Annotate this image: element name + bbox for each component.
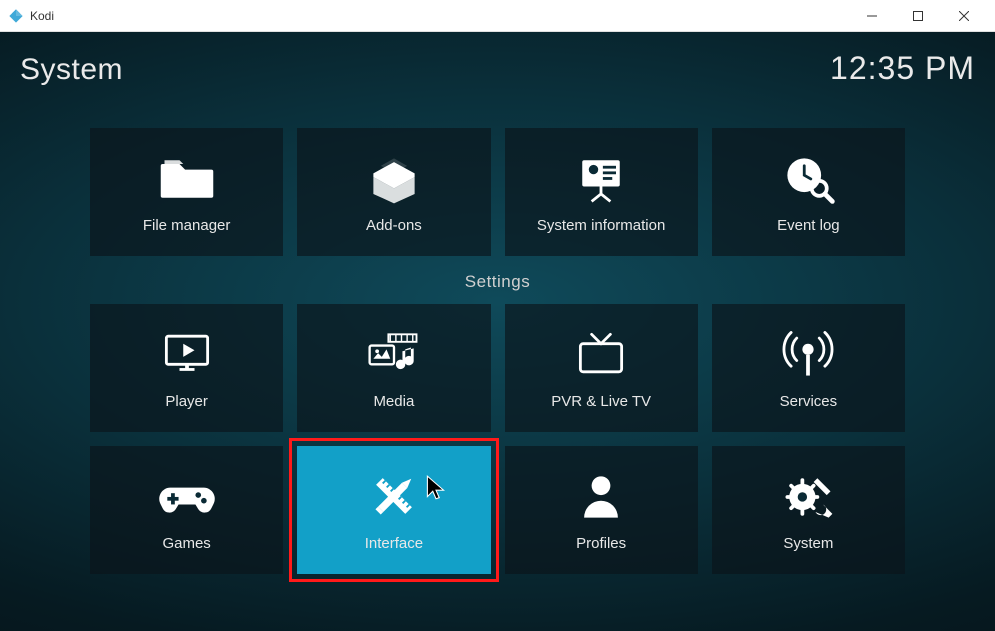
- header: System 12:35 PM: [20, 50, 975, 87]
- clock: 12:35 PM: [830, 50, 975, 87]
- tile-label: Add-ons: [366, 217, 422, 234]
- tile-services[interactable]: Services: [712, 304, 905, 432]
- row-settings-1: Player Media PVR & Live TV Services: [90, 304, 905, 432]
- clock-search-icon: [778, 151, 838, 205]
- monitor-play-icon: [157, 327, 217, 381]
- tile-label: Profiles: [576, 535, 626, 552]
- tile-profiles[interactable]: Profiles: [505, 446, 698, 574]
- minimize-button[interactable]: [849, 0, 895, 32]
- tile-pvr-live-tv[interactable]: PVR & Live TV: [505, 304, 698, 432]
- media-icon: [364, 327, 424, 381]
- tile-label: Games: [162, 535, 210, 552]
- gear-tools-icon: [778, 469, 838, 523]
- box-icon: [364, 151, 424, 205]
- tile-player[interactable]: Player: [90, 304, 283, 432]
- cursor-icon: [425, 474, 447, 502]
- folder-icon: [157, 151, 217, 205]
- row-settings-2: Games Interface Profiles: [90, 446, 905, 574]
- tile-label: Media: [373, 393, 414, 410]
- tile-media[interactable]: Media: [297, 304, 490, 432]
- presentation-icon: [571, 151, 631, 205]
- person-icon: [571, 469, 631, 523]
- tv-icon: [571, 327, 631, 381]
- tile-label: Event log: [777, 217, 840, 234]
- tile-label: PVR & Live TV: [551, 393, 651, 410]
- close-button[interactable]: [941, 0, 987, 32]
- window-title: Kodi: [30, 9, 849, 23]
- row-system-tools: File manager Add-ons System information …: [90, 128, 905, 256]
- tile-system[interactable]: System: [712, 446, 905, 574]
- section-label-settings: Settings: [90, 272, 905, 292]
- tile-games[interactable]: Games: [90, 446, 283, 574]
- tile-label: System information: [537, 217, 665, 234]
- tile-label: System: [783, 535, 833, 552]
- broadcast-icon: [778, 327, 838, 381]
- tile-label: File manager: [143, 217, 231, 234]
- window-titlebar: Kodi: [0, 0, 995, 32]
- kodi-logo-icon: [8, 8, 24, 24]
- kodi-app: System 12:35 PM File manager Add-ons: [0, 32, 995, 631]
- tile-label: Player: [165, 393, 208, 410]
- tile-file-manager[interactable]: File manager: [90, 128, 283, 256]
- tile-interface[interactable]: Interface: [297, 446, 490, 574]
- tile-label: Interface: [365, 535, 423, 552]
- tile-label: Services: [780, 393, 838, 410]
- settings-grid: File manager Add-ons System information …: [90, 128, 905, 574]
- ruler-pencil-icon: [364, 469, 424, 523]
- page-title: System: [20, 53, 123, 87]
- maximize-button[interactable]: [895, 0, 941, 32]
- tile-system-information[interactable]: System information: [505, 128, 698, 256]
- tile-add-ons[interactable]: Add-ons: [297, 128, 490, 256]
- gamepad-icon: [157, 469, 217, 523]
- tile-event-log[interactable]: Event log: [712, 128, 905, 256]
